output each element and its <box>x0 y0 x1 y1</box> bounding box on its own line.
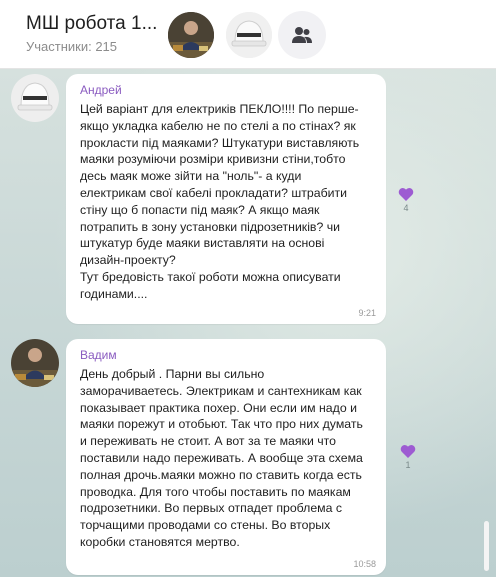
sender-name[interactable]: Андрей <box>80 83 122 97</box>
group-members-icon <box>292 27 312 43</box>
reaction-count: 4 <box>403 203 409 213</box>
scrollbar-thumb[interactable] <box>484 521 489 571</box>
message-text: День добрый . Парни вы сильно заморачива… <box>80 367 363 549</box>
message-list[interactable]: Андрей Цей варіант для електриків ПЕКЛО!… <box>0 69 496 577</box>
message-reaction[interactable]: 1 <box>396 444 420 470</box>
participants-count: Участники: 215 <box>26 39 118 54</box>
message-reaction[interactable]: 4 <box>394 187 418 213</box>
message-bubble[interactable]: Андрей Цей варіант для електриків ПЕКЛО!… <box>66 74 386 324</box>
chat-header: МШ робота 1... Участники: 215 <box>0 0 496 69</box>
message-text: Цей варіант для електриків ПЕКЛО!!!! По … <box>80 102 360 301</box>
message-time: 10:58 <box>353 559 376 569</box>
sender-avatar[interactable] <box>11 74 59 122</box>
member-avatar[interactable] <box>168 12 214 58</box>
member-avatar[interactable] <box>226 12 272 58</box>
sender-avatar[interactable] <box>11 339 59 387</box>
heart-icon <box>400 445 416 458</box>
reaction-count: 1 <box>405 460 411 470</box>
message-bubble[interactable]: Вадим День добрый . Парни вы сильно замо… <box>66 339 386 575</box>
chat-title[interactable]: МШ робота 1... <box>26 13 157 35</box>
message-time: 9:21 <box>358 308 376 318</box>
members-button[interactable] <box>278 11 326 59</box>
sender-name[interactable]: Вадим <box>80 348 117 362</box>
heart-icon <box>398 188 414 201</box>
